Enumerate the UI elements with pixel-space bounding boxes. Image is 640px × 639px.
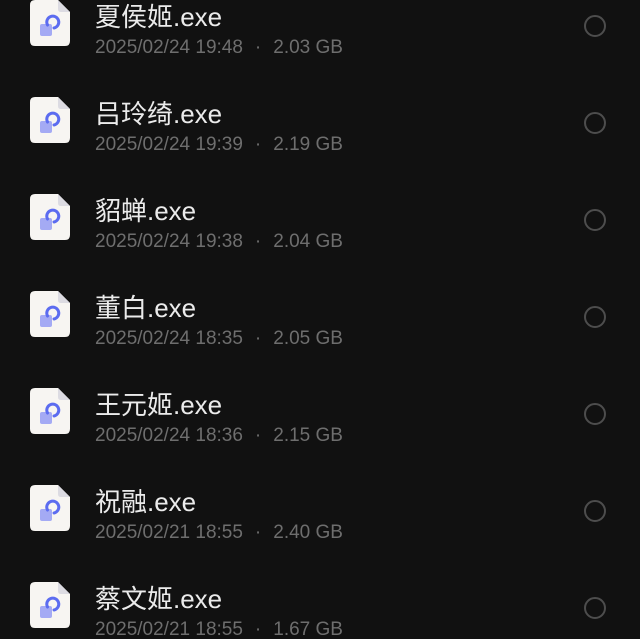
file-size: 2.04 GB <box>273 231 343 252</box>
file-size: 2.40 GB <box>273 522 343 543</box>
file-meta: 2025/02/21 18:55 · 1.67 GB <box>95 619 343 639</box>
meta-separator: · <box>254 619 262 639</box>
file-meta: 2025/02/21 18:55 · 2.40 GB <box>95 522 343 543</box>
file-list-item[interactable]: 董白.exe 2025/02/24 18:35 · 2.05 GB <box>0 267 640 364</box>
meta-separator: · <box>254 37 262 58</box>
file-meta: 2025/02/24 18:36 · 2.15 GB <box>95 425 343 446</box>
file-name: 王元姬.exe <box>95 390 223 420</box>
file-list[interactable]: 夏侯姬.exe 2025/02/24 19:48 · 2.03 GB 吕玲绮.exe… <box>0 0 640 639</box>
exe-file-icon-graphic <box>30 194 70 240</box>
exe-file-icon-graphic <box>30 291 70 337</box>
file-size: 1.67 GB <box>273 619 343 639</box>
file-list-item[interactable]: 王元姬.exe 2025/02/24 18:36 · 2.15 GB <box>0 364 640 461</box>
file-date: 2025/02/24 18:35 <box>95 328 243 349</box>
file-size: 2.19 GB <box>273 134 343 155</box>
select-radio[interactable] <box>584 306 606 328</box>
file-meta: 2025/02/24 19:48 · 2.03 GB <box>95 37 343 58</box>
file-list-item[interactable]: 蔡文姬.exe 2025/02/21 18:55 · 1.67 GB <box>0 558 640 639</box>
meta-separator: · <box>254 328 262 349</box>
select-radio[interactable] <box>584 500 606 522</box>
file-meta: 2025/02/24 19:39 · 2.19 GB <box>95 134 343 155</box>
file-size: 2.05 GB <box>273 328 343 349</box>
select-radio[interactable] <box>584 112 606 134</box>
meta-separator: · <box>254 522 262 543</box>
file-date: 2025/02/21 18:55 <box>95 522 243 543</box>
exe-file-icon-graphic <box>30 485 70 531</box>
file-name: 祝融.exe <box>95 487 197 517</box>
file-meta: 2025/02/24 18:35 · 2.05 GB <box>95 328 343 349</box>
exe-file-icon <box>30 97 70 143</box>
exe-file-icon <box>30 291 70 337</box>
file-list-item[interactable]: 貂蝉.exe 2025/02/24 19:38 · 2.04 GB <box>0 170 640 267</box>
file-name: 董白.exe <box>95 293 197 323</box>
file-list-item[interactable]: 祝融.exe 2025/02/21 18:55 · 2.40 GB <box>0 461 640 558</box>
select-radio[interactable] <box>584 403 606 425</box>
file-date: 2025/02/24 18:36 <box>95 425 243 446</box>
meta-separator: · <box>254 134 262 155</box>
exe-file-icon <box>30 485 70 531</box>
meta-separator: · <box>254 425 262 446</box>
file-name: 蔡文姬.exe <box>95 584 223 614</box>
file-name: 貂蝉.exe <box>95 196 197 226</box>
select-radio[interactable] <box>584 209 606 231</box>
exe-file-icon <box>30 0 70 46</box>
exe-file-icon-graphic <box>30 97 70 143</box>
select-radio[interactable] <box>584 597 606 619</box>
exe-file-icon <box>30 582 70 628</box>
select-radio[interactable] <box>584 15 606 37</box>
file-date: 2025/02/24 19:39 <box>95 134 243 155</box>
file-size: 2.15 GB <box>273 425 343 446</box>
meta-separator: · <box>254 231 262 252</box>
file-size: 2.03 GB <box>273 37 343 58</box>
file-name: 吕玲绮.exe <box>95 99 223 129</box>
exe-file-icon <box>30 194 70 240</box>
exe-file-icon-graphic <box>30 582 70 628</box>
file-list-item[interactable]: 吕玲绮.exe 2025/02/24 19:39 · 2.19 GB <box>0 73 640 170</box>
file-meta: 2025/02/24 19:38 · 2.04 GB <box>95 231 343 252</box>
exe-file-icon-graphic <box>30 0 70 46</box>
file-list-screen: 夏侯姬.exe 2025/02/24 19:48 · 2.03 GB 吕玲绮.exe… <box>0 0 640 639</box>
file-name: 夏侯姬.exe <box>95 2 223 32</box>
file-date: 2025/02/24 19:38 <box>95 231 243 252</box>
exe-file-icon-graphic <box>30 388 70 434</box>
file-date: 2025/02/24 19:48 <box>95 37 243 58</box>
exe-file-icon <box>30 388 70 434</box>
file-list-item[interactable]: 夏侯姬.exe 2025/02/24 19:48 · 2.03 GB <box>0 0 640 73</box>
file-date: 2025/02/21 18:55 <box>95 619 243 639</box>
